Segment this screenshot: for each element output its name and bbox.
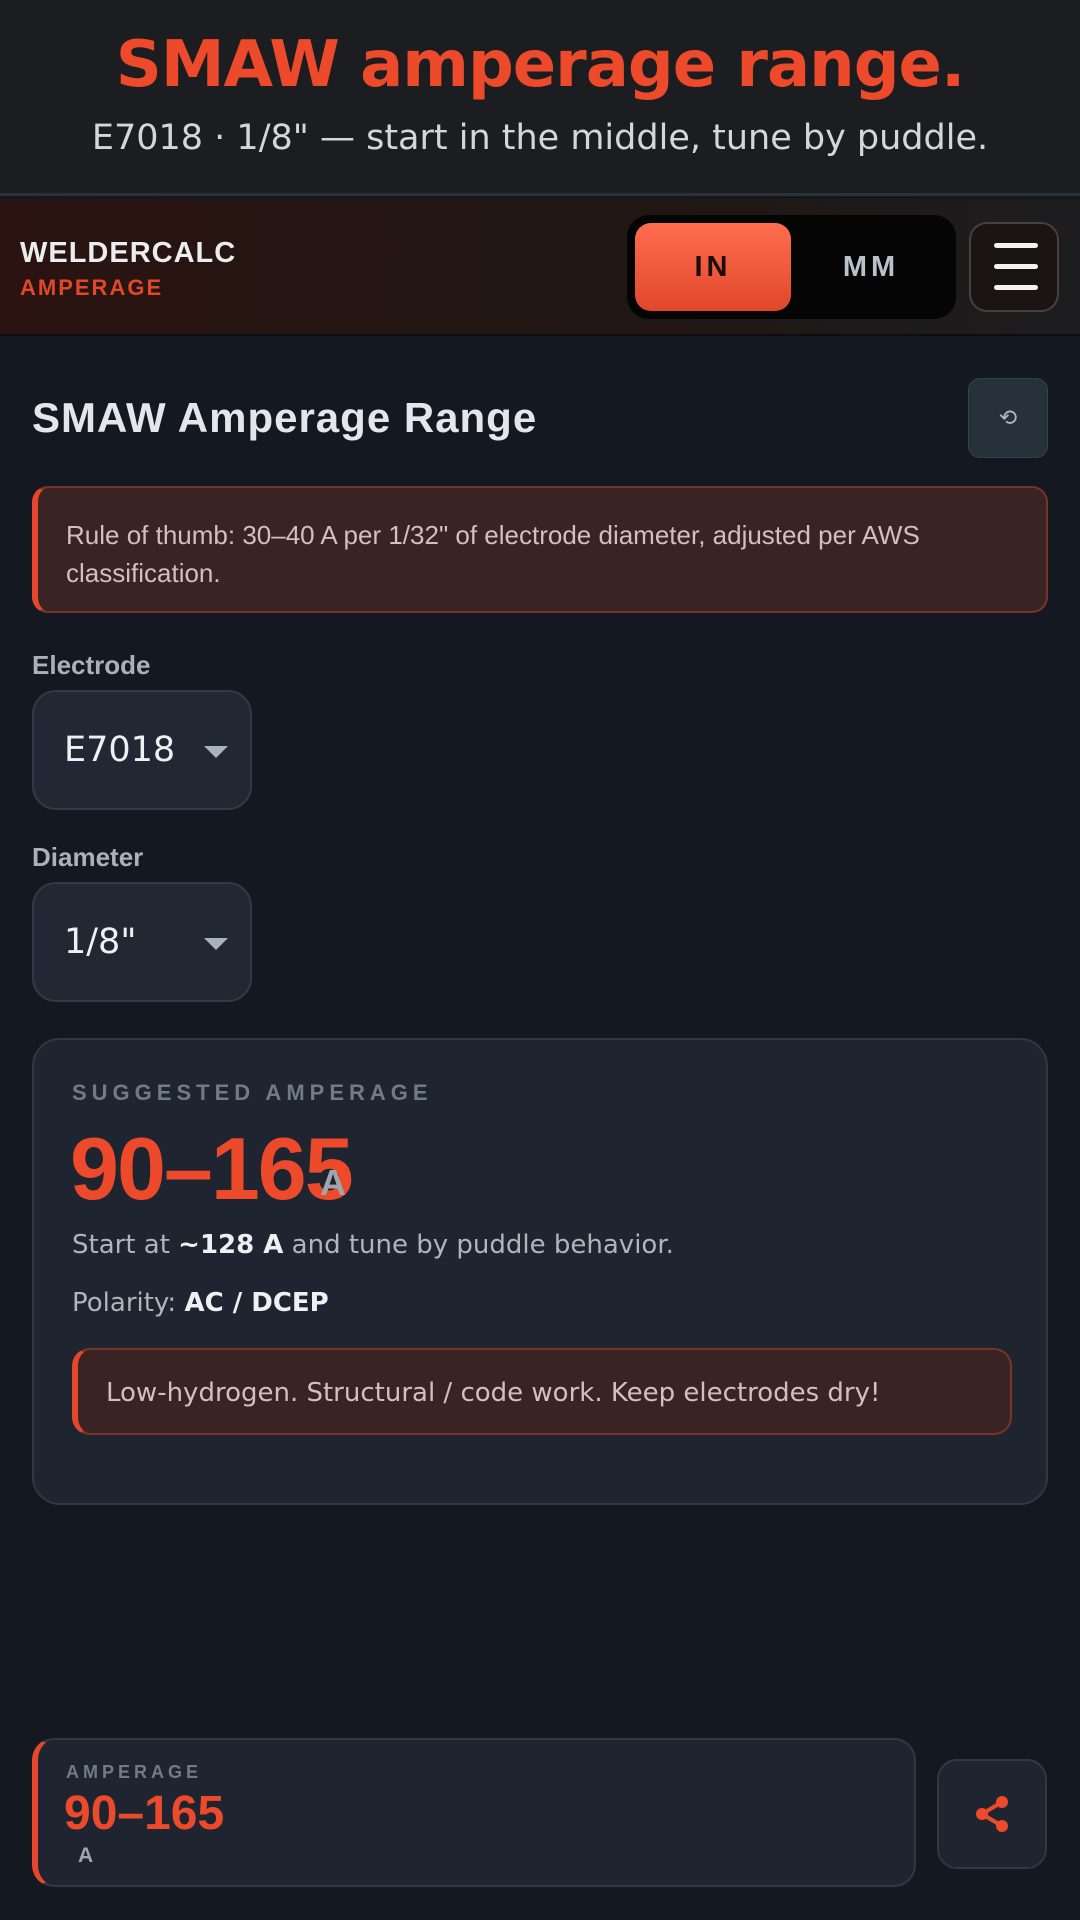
diameter-label: Diameter [32, 842, 144, 872]
chevron-down-icon [204, 938, 228, 950]
amperage-range: 90–165 [70, 1119, 354, 1218]
amperage-summary: AMPERAGE 90–165 A [32, 1738, 916, 1887]
electrode-note: Low-hydrogen. Structural / code work. Ke… [72, 1348, 1012, 1435]
unit-mm-button[interactable]: MM [793, 223, 949, 311]
unit-toggle: IN MM [627, 215, 956, 319]
start-line: Start at ~128 A and tune by puddle behav… [72, 1230, 674, 1260]
share-button[interactable] [937, 1759, 1047, 1869]
banner-subtitle: E7018 · 1/8" — start in the middle, tune… [91, 118, 989, 158]
result-card: SUGGESTED AMPERAGE 90–165 A Start at ~12… [32, 1038, 1048, 1505]
reset-icon: ⟲ [998, 405, 1018, 430]
brand-section: AMPERAGE [20, 275, 164, 300]
reset-button[interactable]: ⟲ [968, 378, 1048, 458]
polarity-value: AC / DCEP [184, 1288, 329, 1318]
electrode-select[interactable]: E7018 [32, 690, 252, 810]
menu-button[interactable] [969, 222, 1059, 312]
summary-caption: AMPERAGE [66, 1762, 203, 1782]
polarity-line: Polarity: AC / DCEP [72, 1288, 329, 1318]
app-header: WELDERCALC AMPERAGE IN MM [0, 199, 1080, 336]
electrode-label: Electrode [32, 650, 151, 680]
share-icon [976, 1796, 1008, 1832]
result-caption: SUGGESTED AMPERAGE [72, 1080, 433, 1105]
summary-unit: A [78, 1844, 94, 1867]
amperage-unit: A [320, 1162, 346, 1203]
tip-box: Rule of thumb: 30–40 A per 1/32" of elec… [32, 486, 1048, 613]
start-prefix: Start at [72, 1230, 179, 1260]
polarity-label: Polarity: [72, 1288, 185, 1318]
electrode-value: E7018 [64, 730, 176, 770]
start-value: ~128 A [178, 1230, 284, 1260]
diameter-select[interactable]: 1/8" [32, 882, 252, 1002]
unit-in-button[interactable]: IN [635, 223, 791, 311]
summary-range: 90–165 [64, 1787, 225, 1840]
chevron-down-icon [204, 746, 228, 758]
diameter-value: 1/8" [64, 922, 137, 962]
top-banner: SMAW amperage range. E7018 · 1/8" — star… [0, 0, 1080, 196]
start-suffix: and tune by puddle behavior. [283, 1230, 674, 1260]
banner-title: SMAW amperage range. [115, 28, 966, 102]
brand-name: WELDERCALC [20, 237, 237, 269]
page-title: SMAW Amperage Range [32, 394, 538, 441]
